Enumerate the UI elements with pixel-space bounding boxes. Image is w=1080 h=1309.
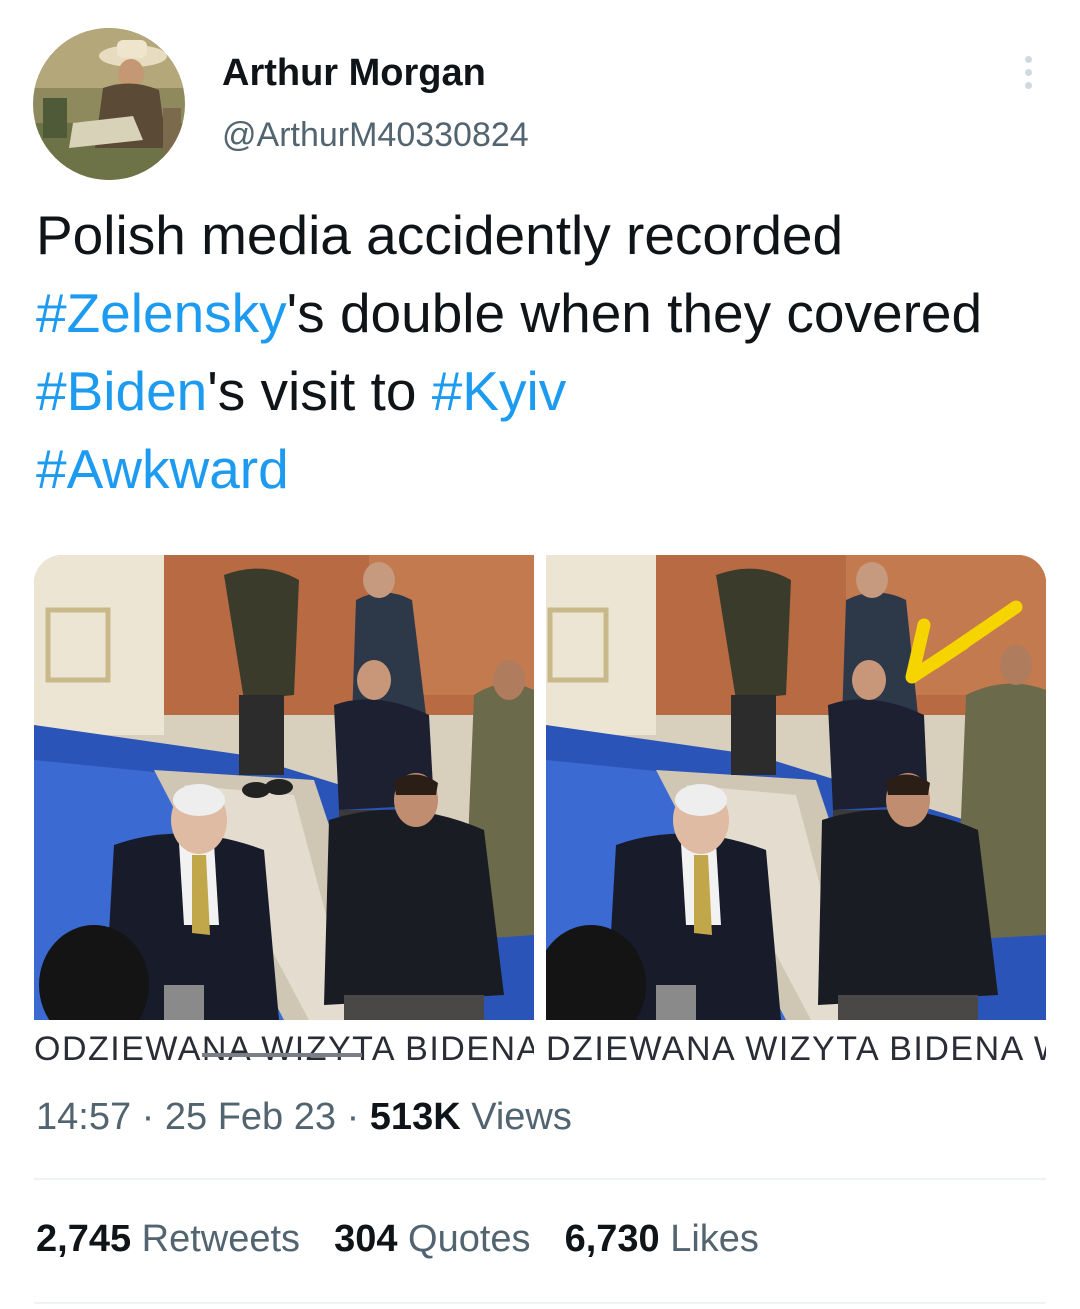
media-captions: ODZIEWANA WIZYTA BIDENA DZIEWANA WIZYTA … xyxy=(34,1020,1046,1076)
tweet-media[interactable] xyxy=(34,555,1046,1020)
more-options-icon[interactable] xyxy=(1018,56,1038,96)
tweet-text-segment: Polish media accidently recorded xyxy=(36,204,844,266)
tweet-meta: 14:57 · 25 Feb 23 · 513K Views xyxy=(36,1096,572,1139)
author-avatar[interactable] xyxy=(33,28,185,180)
meta-separator: · xyxy=(336,1096,370,1138)
views-label: Views xyxy=(460,1096,572,1138)
media-photo-left[interactable] xyxy=(34,555,534,1020)
retweets-stat[interactable]: 2,745 Retweets xyxy=(36,1218,300,1260)
quotes-stat[interactable]: 304 Quotes xyxy=(334,1218,531,1260)
retweets-count: 2,745 xyxy=(36,1218,132,1260)
quotes-count: 304 xyxy=(334,1218,398,1260)
video-still-left xyxy=(34,555,534,1020)
hashtag-zelensky[interactable]: #Zelensky xyxy=(36,282,287,344)
tweet-time[interactable]: 14:57 xyxy=(36,1096,131,1138)
caption-left: ODZIEWANA WIZYTA BIDENA xyxy=(34,1020,534,1076)
tweet-stats: 2,745 Retweets 304 Quotes 6,730 Likes xyxy=(36,1218,793,1261)
media-photo-right[interactable] xyxy=(546,555,1046,1020)
divider xyxy=(34,1178,1046,1180)
tweet-text-segment: 's visit to xyxy=(207,360,432,422)
tweet-text-segment: 's double when they covered xyxy=(286,282,983,344)
author-name[interactable]: Arthur Morgan xyxy=(222,52,486,95)
tweet-text: Polish media accidently recorded #Zelens… xyxy=(36,196,1046,508)
author-handle[interactable]: @ArthurM40330824 xyxy=(222,116,529,155)
views-count: 513K xyxy=(369,1096,461,1138)
tweet-date[interactable]: 25 Feb 23 xyxy=(165,1096,336,1138)
video-still-right xyxy=(546,555,1046,1020)
meta-separator: · xyxy=(131,1096,165,1138)
hashtag-kyiv[interactable]: #Kyiv xyxy=(432,360,567,422)
avatar-painting-image xyxy=(33,28,185,180)
likes-count: 6,730 xyxy=(564,1218,660,1260)
hashtag-awkward[interactable]: #Awkward xyxy=(36,438,289,500)
video-progress-line xyxy=(202,1053,362,1057)
likes-stat[interactable]: 6,730 Likes xyxy=(565,1218,759,1260)
caption-right: DZIEWANA WIZYTA BIDENA W xyxy=(546,1020,1046,1076)
likes-label: Likes xyxy=(670,1218,759,1260)
hashtag-biden[interactable]: #Biden xyxy=(36,360,207,422)
quotes-label: Quotes xyxy=(408,1218,531,1260)
retweets-label: Retweets xyxy=(141,1218,301,1260)
divider xyxy=(34,1302,1046,1304)
